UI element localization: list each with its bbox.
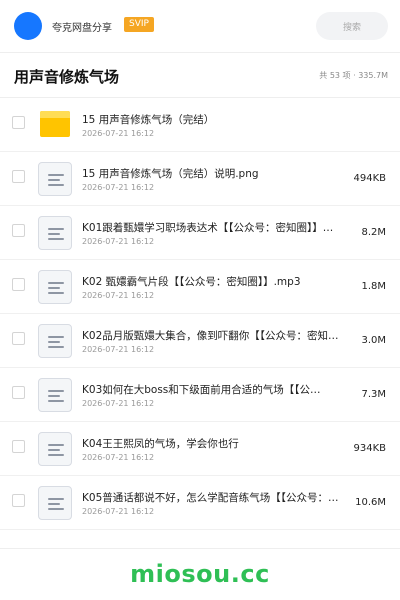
app-name: 夸克网盘分享 xyxy=(52,23,112,34)
row-checkbox[interactable] xyxy=(12,224,25,237)
top-bar: 夸克网盘分享 SVIP 搜索 xyxy=(0,0,400,52)
file-name: K02品月版甄嬛大集合，像到吓翻你【【公众号：密知… xyxy=(82,330,339,342)
document-icon xyxy=(38,378,72,412)
file-date: 2026-07-21 16:12 xyxy=(82,453,155,462)
file-date: 2026-07-21 16:12 xyxy=(82,345,155,354)
file-date: 2026-07-21 16:12 xyxy=(82,237,155,246)
row-checkbox[interactable] xyxy=(12,440,25,453)
row-checkbox[interactable] xyxy=(12,332,25,345)
file-date: 2026-07-21 16:12 xyxy=(82,291,155,300)
document-icon xyxy=(38,162,72,196)
list-item[interactable]: K03如何在大boss和下级面前用合适的气场【【公… 2026-07-21 16… xyxy=(0,368,400,422)
list-item[interactable]: 15 用声音修炼气场（完结）说明.png 2026-07-21 16:12 49… xyxy=(0,152,400,206)
list-item[interactable]: K01跟着甄嬛学习职场表达术【【公众号：密知圈】】… 2026-07-21 16… xyxy=(0,206,400,260)
page-title: 用声音修炼气场 xyxy=(14,68,120,86)
file-size: 3.0M xyxy=(361,335,386,346)
row-checkbox[interactable] xyxy=(12,116,25,129)
file-name: 15 用声音修炼气场（完结）说明.png xyxy=(82,168,259,180)
file-size: 494KB xyxy=(353,173,386,184)
file-date: 2026-07-21 16:12 xyxy=(82,183,155,192)
list-item[interactable]: 15 用声音修炼气场（完结） 2026-07-21 16:12 xyxy=(0,98,400,152)
brand-watermark: miosou.cc xyxy=(130,560,270,588)
file-size: 10.6M xyxy=(355,497,386,508)
svip-badge: SVIP xyxy=(124,17,154,32)
row-checkbox[interactable] xyxy=(12,278,25,291)
document-icon xyxy=(38,324,72,358)
file-name: 15 用声音修炼气场（完结） xyxy=(82,114,215,126)
list-item[interactable]: K02 甄嬛霸气片段【【公众号：密知圈】】.mp3 2026-07-21 16:… xyxy=(0,260,400,314)
row-checkbox[interactable] xyxy=(12,170,25,183)
avatar[interactable] xyxy=(14,12,42,40)
row-checkbox[interactable] xyxy=(12,386,25,399)
list-item[interactable]: K04王王熙凤的气场，学会你也行 2026-07-21 16:12 934KB xyxy=(0,422,400,476)
list-item[interactable]: K05普通话都说不好，怎么学配音练气场【【公众号：… 2026-07-21 16… xyxy=(0,476,400,530)
folder-icon xyxy=(38,108,72,142)
file-name: K03如何在大boss和下级面前用合适的气场【【公… xyxy=(82,384,321,396)
list-item[interactable]: K02品月版甄嬛大集合，像到吓翻你【【公众号：密知… 2026-07-21 16… xyxy=(0,314,400,368)
file-date: 2026-07-21 16:12 xyxy=(82,507,155,516)
document-icon xyxy=(38,432,72,466)
row-checkbox[interactable] xyxy=(12,494,25,507)
folder-header: 用声音修炼气场 共 53 项 · 335.7M xyxy=(0,52,400,98)
search-placeholder: 搜索 xyxy=(342,22,361,33)
file-name: K04王王熙凤的气场，学会你也行 xyxy=(82,438,239,450)
file-size: 934KB xyxy=(353,443,386,454)
search-input[interactable]: 搜索 xyxy=(316,12,388,40)
file-size: 1.8M xyxy=(361,281,386,292)
document-icon xyxy=(38,216,72,250)
document-icon xyxy=(38,486,72,520)
file-size: 7.3M xyxy=(361,389,386,400)
file-size: 8.2M xyxy=(361,227,386,238)
file-name: K02 甄嬛霸气片段【【公众号：密知圈】】.mp3 xyxy=(82,276,301,288)
file-date: 2026-07-21 16:12 xyxy=(82,399,155,408)
file-name: K01跟着甄嬛学习职场表达术【【公众号：密知圈】】… xyxy=(82,222,334,234)
footer: miosou.cc xyxy=(0,548,400,600)
folder-stats: 共 53 项 · 335.7M xyxy=(319,71,388,80)
file-date: 2026-07-21 16:12 xyxy=(82,129,155,138)
file-name: K05普通话都说不好，怎么学配音练气场【【公众号：… xyxy=(82,492,339,504)
document-icon xyxy=(38,270,72,304)
